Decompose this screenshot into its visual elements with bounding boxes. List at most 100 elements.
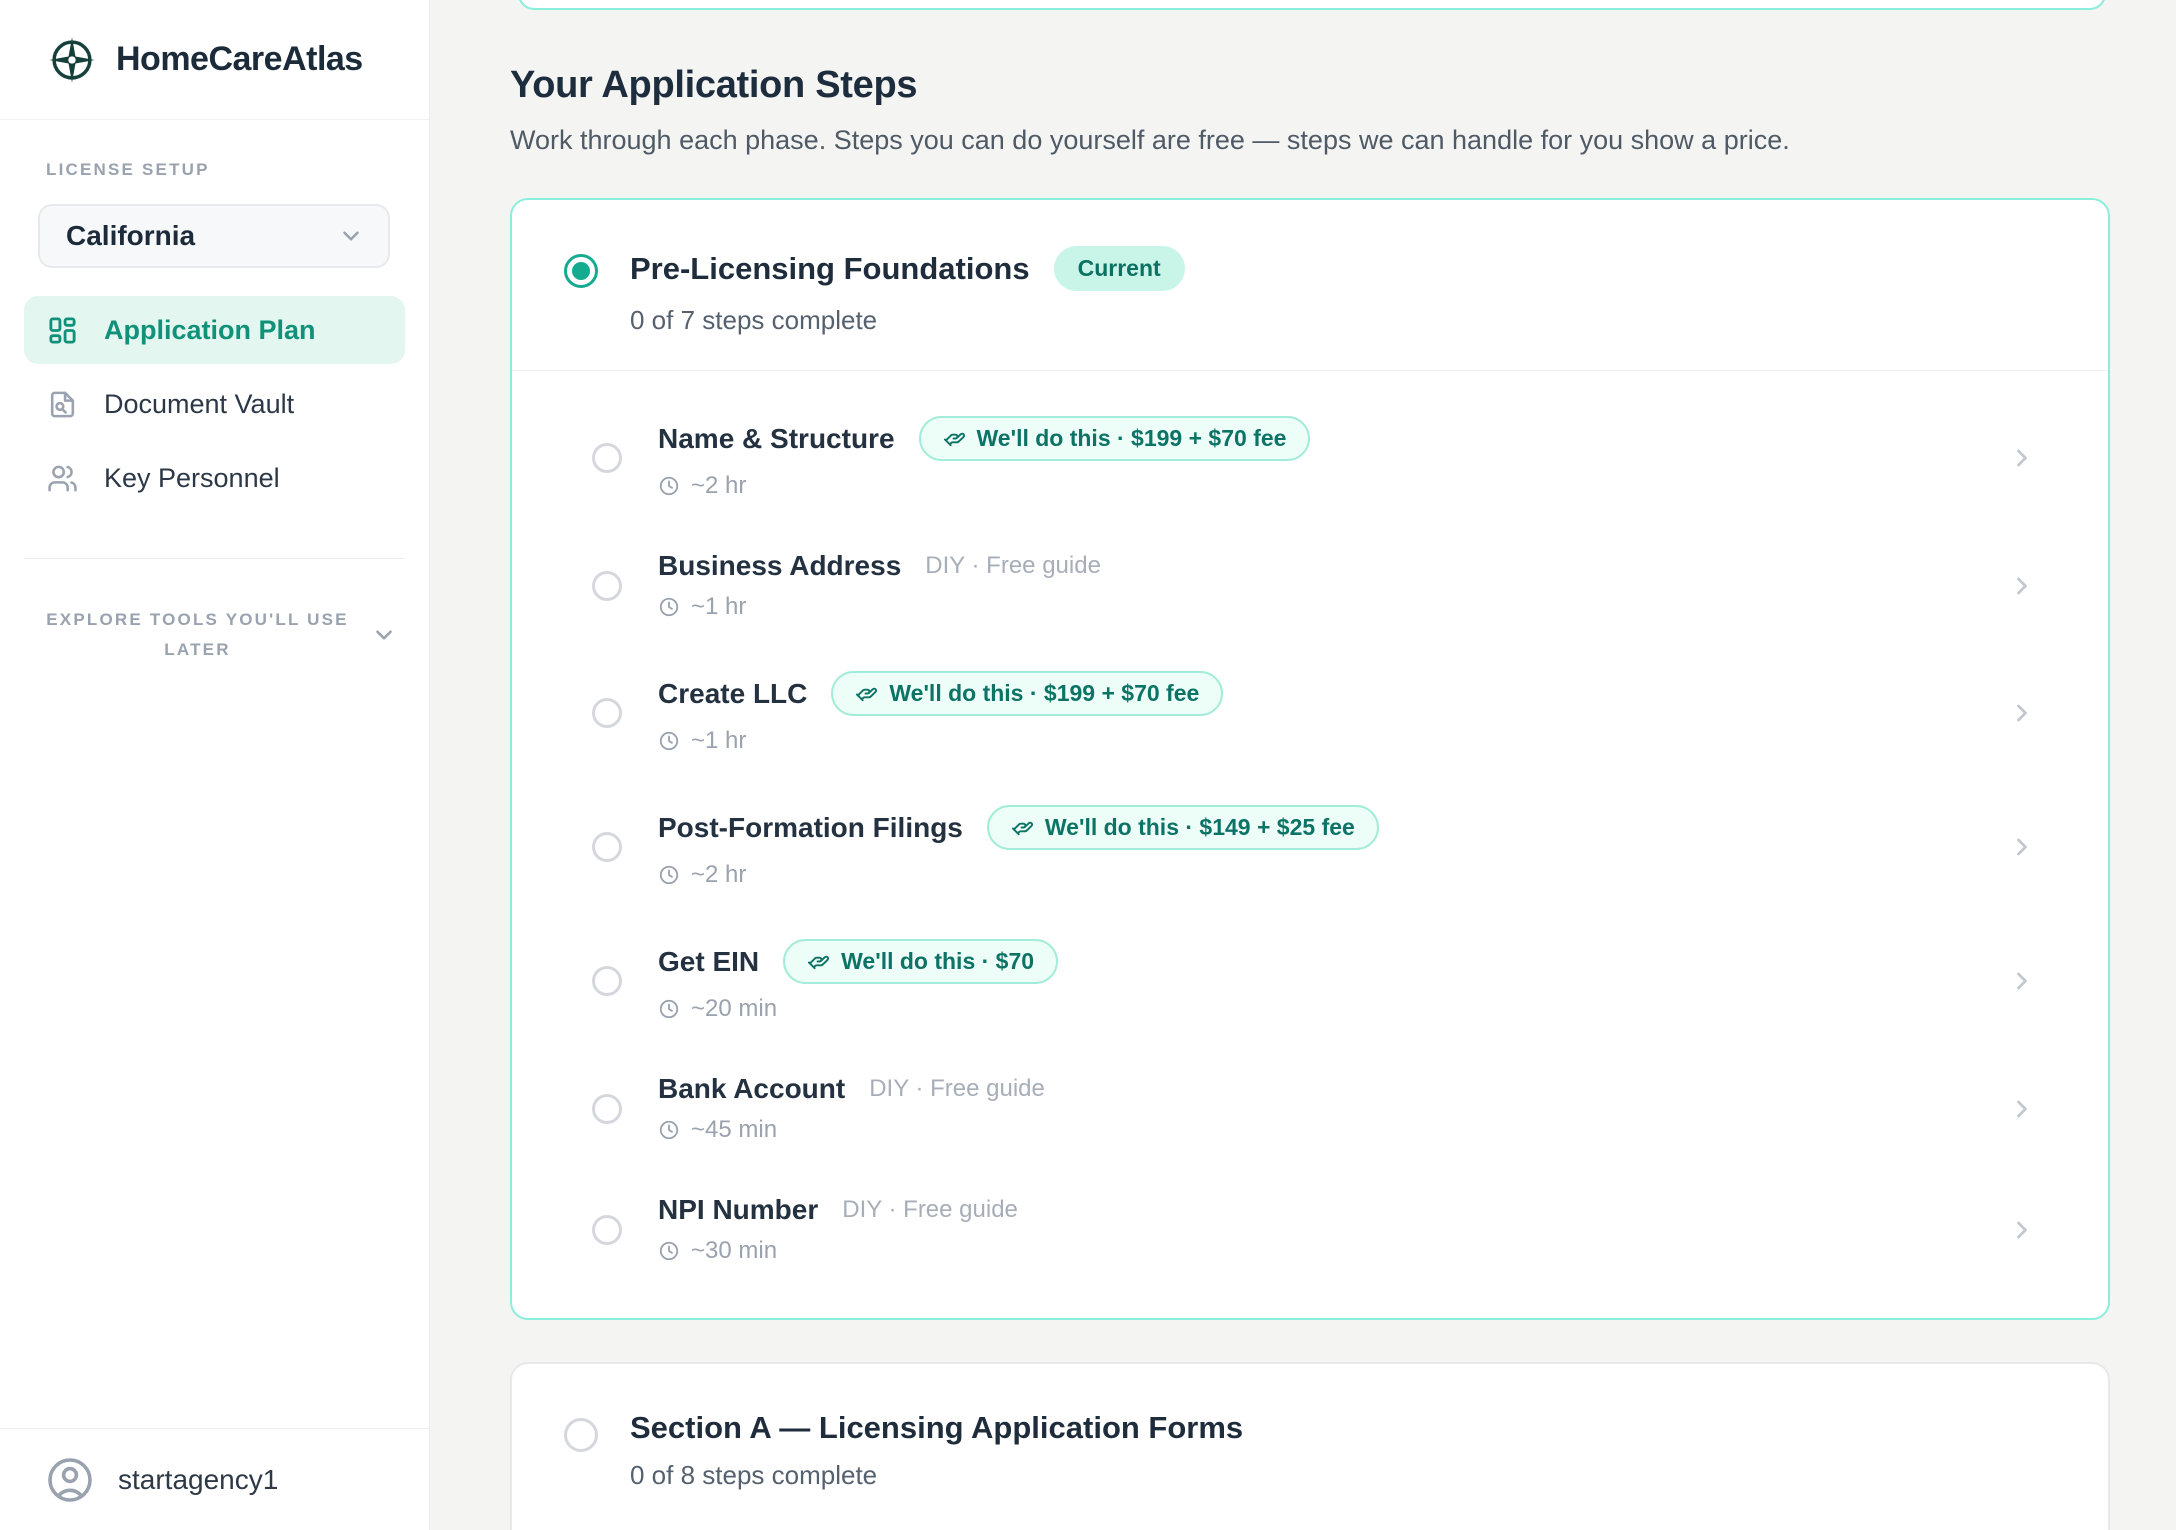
chevron-right-icon [2008,1216,2036,1244]
step-title: Create LLC [658,678,807,710]
step-time: ~1 hr [658,593,2008,621]
diy-label: DIY · Free guide [869,1075,1045,1103]
step-title: Name & Structure [658,423,895,455]
step-row[interactable]: Create LLC We'll do this · $199 + $70 fe… [512,646,2108,780]
step-body: Create LLC We'll do this · $199 + $70 fe… [658,671,2008,755]
step-row[interactable]: NPI Number DIY · Free guide ~30 min [512,1169,2108,1290]
phase-card-pre-licensing: Pre-Licensing Foundations Current 0 of 7… [510,198,2110,1320]
step-body: Get EIN We'll do this · $70 ~20 min [658,939,2008,1023]
main-content: Your Application Steps Work through each… [430,0,2176,1530]
brand-name: HomeCareAtlas [116,40,363,79]
step-title: NPI Number [658,1194,818,1226]
clock-icon [658,1119,680,1141]
step-radio[interactable] [592,571,622,601]
phase-progress: 0 of 7 steps complete [630,305,1185,336]
step-row[interactable]: Post-Formation Filings We'll do this · $… [512,780,2108,914]
chevron-down-icon [371,622,397,648]
clock-icon [658,864,680,886]
explore-tools-label: EXPLORE TOOLS YOU'LL USE LATER [33,605,363,665]
diy-label: DIY · Free guide [842,1196,1018,1224]
helping-hand-icon [855,682,878,705]
previous-card-bottom-edge [518,0,2106,10]
step-title: Business Address [658,550,901,582]
chevron-right-icon [2008,444,2036,472]
step-time: ~30 min [658,1237,2008,1265]
chevron-right-icon [2008,699,2036,727]
helping-hand-icon [1011,816,1034,839]
user-account[interactable]: startagency1 [0,1428,429,1530]
nav-label: Key Personnel [104,463,280,494]
file-search-icon [47,389,78,420]
step-title: Bank Account [658,1073,845,1105]
phase-header-text: Section A — Licensing Application Forms … [630,1410,1243,1491]
diy-label: DIY · Free guide [925,552,1101,580]
clock-icon [658,475,680,497]
clock-icon [658,1240,680,1262]
username: startagency1 [118,1464,278,1496]
service-badge: We'll do this · $199 + $70 fee [919,416,1311,461]
sidebar-item-document-vault[interactable]: Document Vault [24,370,405,438]
step-row[interactable]: Name & Structure We'll do this · $199 + … [512,391,2108,525]
phase-title: Pre-Licensing Foundations [630,251,1030,287]
service-badge: We'll do this · $149 + $25 fee [987,805,1379,850]
nav-label: Document Vault [104,389,294,420]
layout-dashboard-icon [47,315,78,346]
page-subtitle: Work through each phase. Steps you can d… [510,125,2176,156]
clock-icon [658,596,680,618]
steps-list: Name & Structure We'll do this · $199 + … [512,370,2108,1318]
step-radio[interactable] [592,698,622,728]
sidebar-item-application-plan[interactable]: Application Plan [24,296,405,364]
step-radio[interactable] [592,1094,622,1124]
sidebar: HomeCareAtlas LICENSE SETUP California A… [0,0,430,1530]
user-avatar-icon [46,1456,94,1504]
page-title: Your Application Steps [510,64,2176,107]
step-row[interactable]: Bank Account DIY · Free guide ~45 min [512,1048,2108,1169]
service-badge: We'll do this · $199 + $70 fee [831,671,1223,716]
current-badge: Current [1054,246,1185,291]
users-icon [47,463,78,494]
step-radio[interactable] [592,832,622,862]
sidebar-body: LICENSE SETUP California Application Pla… [0,120,429,1428]
step-time: ~45 min [658,1116,2008,1144]
service-badge: We'll do this · $70 [783,939,1058,984]
phase-header-section-a[interactable]: Section A — Licensing Application Forms … [512,1364,2108,1525]
phase-header-text: Pre-Licensing Foundations Current 0 of 7… [630,246,1185,336]
step-radio[interactable] [592,966,622,996]
state-selector-value: California [66,220,195,252]
step-row[interactable]: Business Address DIY · Free guide ~1 hr [512,525,2108,646]
sidebar-divider [24,558,405,559]
phase-radio-unselected[interactable] [564,1418,598,1452]
step-time: ~20 min [658,995,2008,1023]
phase-radio-selected[interactable] [564,254,598,288]
step-row[interactable]: Get EIN We'll do this · $70 ~20 min [512,914,2108,1048]
sidebar-item-key-personnel[interactable]: Key Personnel [24,444,405,512]
phase-card-section-a: Section A — Licensing Application Forms … [510,1362,2110,1530]
step-title: Post-Formation Filings [658,812,963,844]
helping-hand-icon [943,427,966,450]
phase-header-pre-licensing[interactable]: Pre-Licensing Foundations Current 0 of 7… [512,200,2108,370]
step-body: NPI Number DIY · Free guide ~30 min [658,1194,2008,1265]
clock-icon [658,730,680,752]
step-radio[interactable] [592,443,622,473]
chevron-right-icon [2008,1095,2036,1123]
step-radio[interactable] [592,1215,622,1245]
sidebar-nav: Application Plan Document Vault [24,296,405,518]
chevron-right-icon [2008,833,2036,861]
step-body: Name & Structure We'll do this · $199 + … [658,416,2008,500]
compass-logo-icon [46,34,98,86]
step-time: ~2 hr [658,861,2008,889]
chevron-right-icon [2008,572,2036,600]
state-selector[interactable]: California [38,204,390,268]
step-time: ~1 hr [658,727,2008,755]
chevron-down-icon [338,223,364,249]
step-title: Get EIN [658,946,759,978]
explore-tools-toggle[interactable]: EXPLORE TOOLS YOU'LL USE LATER [20,605,410,665]
step-body: Post-Formation Filings We'll do this · $… [658,805,2008,889]
chevron-right-icon [2008,967,2036,995]
step-time: ~2 hr [658,472,2008,500]
nav-label: Application Plan [104,315,316,346]
brand: HomeCareAtlas [0,0,429,120]
app-root: HomeCareAtlas LICENSE SETUP California A… [0,0,2176,1530]
phase-title: Section A — Licensing Application Forms [630,1410,1243,1446]
license-setup-label: LICENSE SETUP [46,160,429,180]
